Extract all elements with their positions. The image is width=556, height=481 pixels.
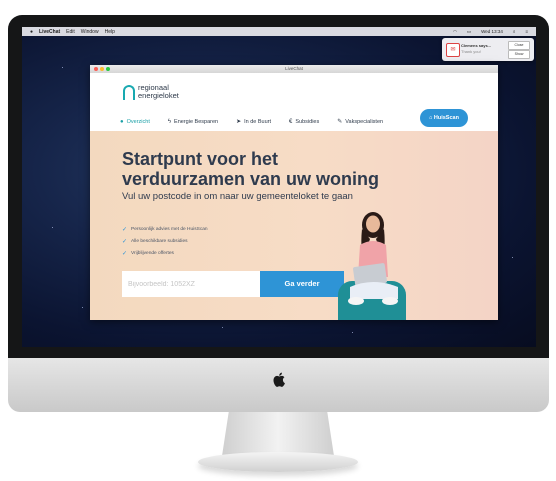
notification-show-button[interactable]: Show (508, 50, 530, 59)
window-titlebar[interactable]: LiveChat (90, 65, 498, 73)
globe-icon: ● (120, 118, 124, 125)
ga-verder-button[interactable]: Ga verder (260, 271, 344, 297)
nav-subsidies[interactable]: € Subsidies (289, 119, 319, 125)
nav-overzicht[interactable]: ● Overzicht (120, 119, 150, 125)
location-arrow-icon: ➤ (236, 119, 242, 125)
battery-icon[interactable]: ▭ (467, 29, 471, 35)
notification-center-icon[interactable]: ≡ (525, 29, 528, 34)
nav-label: Subsidies (295, 118, 320, 125)
menu-window[interactable]: Window (81, 29, 99, 35)
menu-help[interactable]: Help (105, 29, 115, 35)
site-header: regionaal energieloket ● Overzicht ϟ Ene… (90, 73, 498, 131)
browser-window: LiveChat regionaal energieloket ● Overzi… (90, 65, 498, 320)
benefit-text: Alle beschikbare subsidies (131, 238, 188, 244)
hero-subtitle: Vul uw postcode in om naar uw gemeentelo… (122, 191, 353, 202)
notification-close-button[interactable]: Close (508, 41, 530, 50)
nav-label: Overzicht (126, 118, 150, 125)
imac-stand-foot (198, 452, 358, 472)
nav-energie-besparen[interactable]: ϟ Energie Besparen (168, 119, 218, 125)
hero-title: Startpunt voor het verduurzamen van uw w… (122, 149, 380, 189)
benefit-text: Vrijblijvende offertes (131, 250, 174, 256)
checkmark-icon: ✓ (122, 226, 128, 233)
minimize-window-icon[interactable] (100, 67, 104, 71)
apple-logo-icon (273, 372, 285, 387)
benefit-text: Persoonlijk advies met de HuisScan (131, 226, 208, 232)
benefits-list: ✓ Persoonlijk advies met de HuisScan ✓ All… (122, 223, 208, 259)
notification-subtitle: Thank you! (461, 49, 481, 54)
site-logo[interactable]: regionaal energieloket (138, 84, 179, 100)
menu-edit[interactable]: Edit (66, 29, 75, 35)
house-logo-icon[interactable] (123, 85, 135, 100)
desktop-screen: ● LiveChat Edit Window Help ◠ ▭ Wed 13:3… (22, 27, 536, 347)
apple-menu-icon[interactable]: ● (30, 29, 33, 35)
checkmark-icon: ✓ (122, 250, 128, 257)
imac-stand-neck (222, 412, 334, 456)
euro-icon: € (289, 118, 293, 125)
benefit-item: ✓ Alle beschikbare subsidies (122, 235, 208, 247)
notification-banner[interactable]: ✉ Clemens says... Thank you! Close Show (442, 38, 534, 61)
notification-title: Clemens says... (461, 43, 492, 48)
lightning-icon: ϟ (167, 118, 172, 125)
huisscan-label: HuisScan (433, 115, 459, 121)
logo-line-2: energieloket (138, 91, 179, 100)
menubar-status-area: ◠ ▭ Wed 13:34 ⌕ ≡ (447, 27, 528, 36)
checkmark-icon: ✓ (122, 238, 128, 245)
nav-label: Vakspecialisten (345, 118, 384, 125)
nav-label: Energie Besparen (174, 118, 219, 125)
close-window-icon[interactable] (94, 67, 98, 71)
huisscan-button[interactable]: ⌂ HuisScan (420, 109, 468, 127)
livechat-app-icon: ✉ (446, 43, 460, 57)
zoom-window-icon[interactable] (106, 67, 110, 71)
nav-vakspecialisten[interactable]: ✎ Vakspecialisten (337, 118, 384, 126)
imac-computer: ● LiveChat Edit Window Help ◠ ▭ Wed 13:3… (8, 15, 549, 412)
wrench-icon: ✎ (337, 119, 343, 125)
postcode-input[interactable] (122, 271, 260, 297)
hero-section: Startpunt voor het verduurzamen van uw w… (90, 131, 498, 320)
menu-app-name[interactable]: LiveChat (39, 29, 60, 35)
benefit-item: ✓ Vrijblijvende offertes (122, 247, 208, 259)
clock[interactable]: Wed 13:34 (481, 29, 503, 34)
window-title: LiveChat (285, 66, 303, 71)
main-nav: ● Overzicht ϟ Energie Besparen ➤ In de B… (120, 118, 401, 126)
spotlight-search-icon[interactable]: ⌕ (513, 29, 516, 34)
mac-menubar: ● LiveChat Edit Window Help ◠ ▭ Wed 13:3… (22, 27, 536, 36)
benefit-item: ✓ Persoonlijk advies met de HuisScan (122, 223, 208, 235)
nav-label: In de Buurt (244, 118, 272, 125)
nav-in-de-buurt[interactable]: ➤ In de Buurt (236, 118, 272, 126)
woman-with-laptop-photo (348, 212, 398, 305)
wifi-icon[interactable]: ◠ (453, 29, 457, 35)
